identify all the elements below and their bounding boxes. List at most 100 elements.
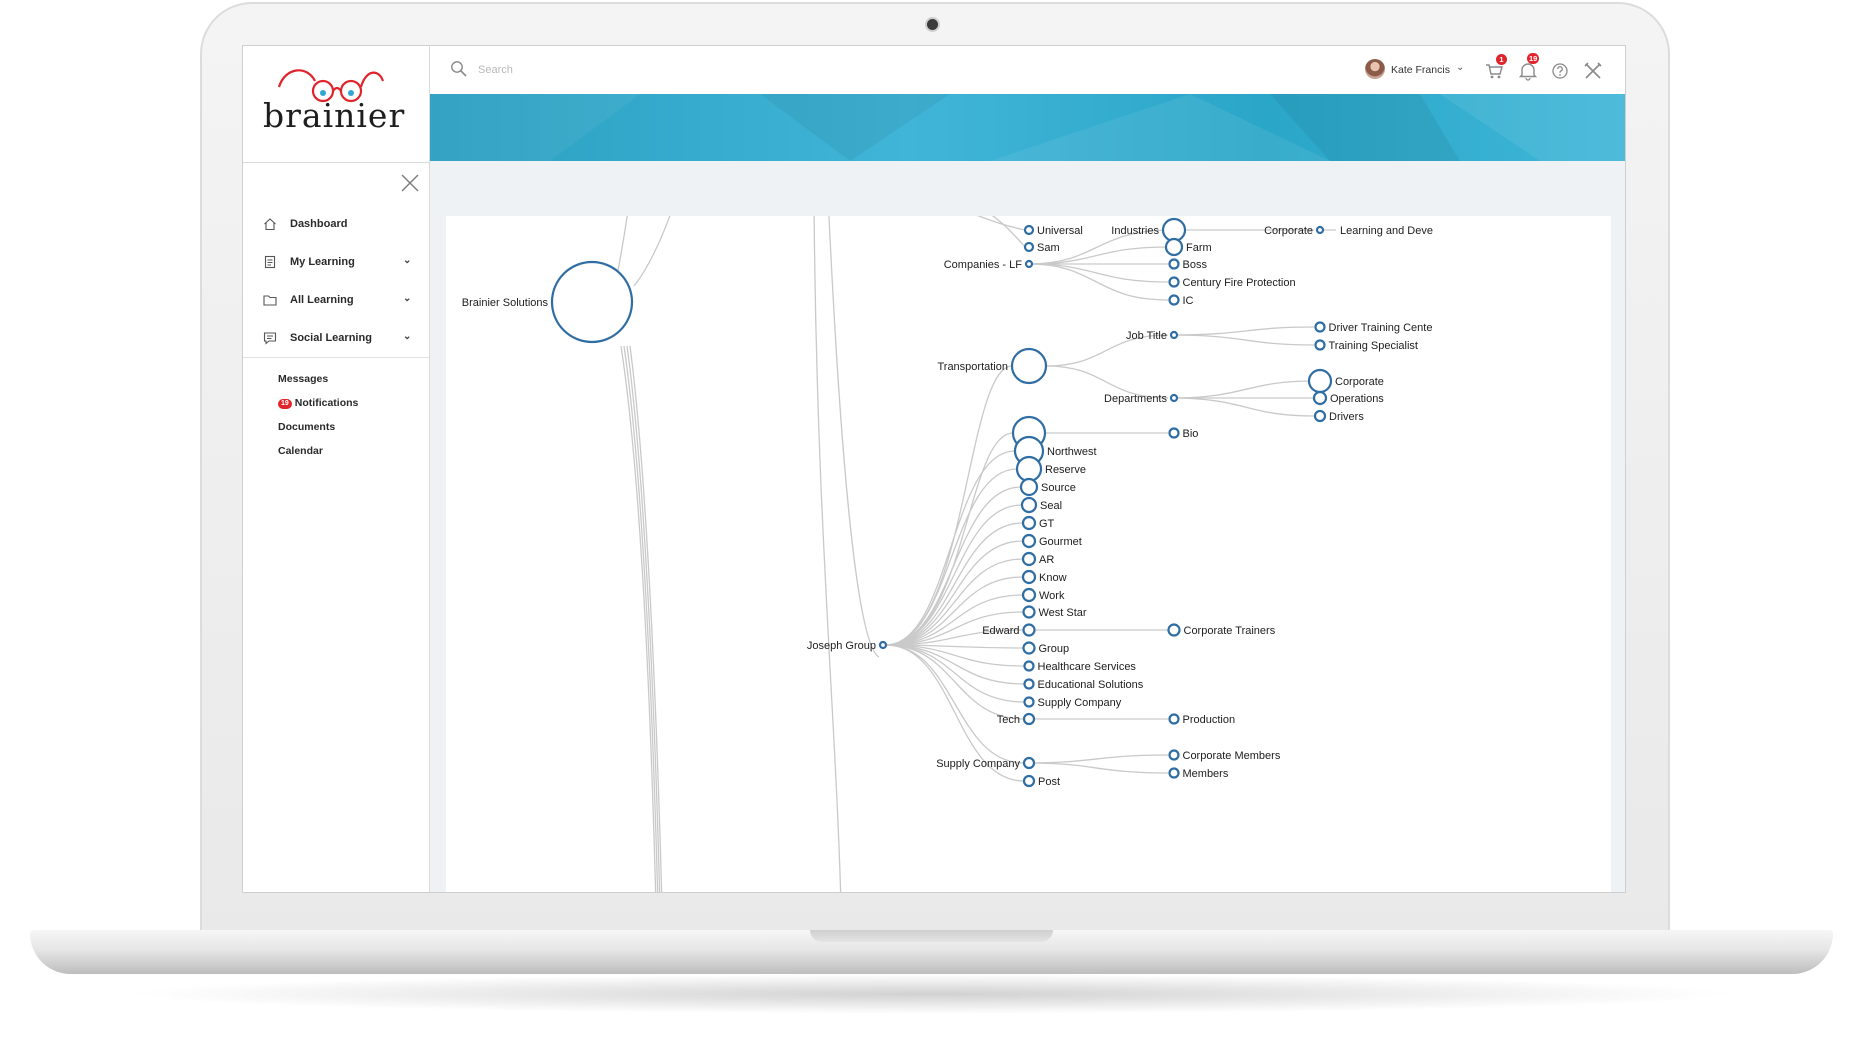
tree-node-circle[interactable] <box>1168 713 1180 725</box>
org-tree[interactable]: Brainier Solutions Universal Sam Companies … <box>446 216 1611 892</box>
tree-node-circle[interactable] <box>1312 390 1328 406</box>
logo[interactable]: brainier <box>243 46 429 163</box>
tree-node-circle[interactable] <box>1023 241 1035 253</box>
tree-node-circle[interactable] <box>1022 641 1036 655</box>
tree-node-circle[interactable] <box>1022 774 1036 788</box>
tree-node-circle[interactable] <box>1021 551 1037 567</box>
tree-node-operations[interactable]: Operations <box>1312 390 1384 406</box>
tree-node-century[interactable]: Century Fire Protection <box>1168 276 1296 289</box>
tree-node-gourmet[interactable]: Gourmet <box>1021 533 1082 549</box>
tree-node-west-star[interactable]: West Star <box>1022 605 1087 620</box>
tree-node-circle[interactable] <box>1023 696 1035 708</box>
tree-node-drivers[interactable]: Drivers <box>1313 409 1364 423</box>
tree-node-gt[interactable]: GT <box>1021 515 1055 531</box>
tree-node-circle[interactable] <box>1023 224 1035 236</box>
tree-node-circle[interactable] <box>1314 339 1326 351</box>
tree-node-farm[interactable]: Farm <box>1164 237 1212 257</box>
tree-node-know[interactable]: Know <box>1021 569 1067 585</box>
tree-node-sam[interactable]: Sam <box>1023 241 1060 254</box>
tree-node-circle[interactable] <box>1307 368 1333 394</box>
tree-node-edward[interactable]: Edward <box>982 623 1036 638</box>
tree-node-companies-lf[interactable]: Companies - LF <box>944 259 1034 271</box>
tree-node-circle[interactable] <box>1015 455 1043 483</box>
tree-node-circle[interactable] <box>1019 477 1039 497</box>
search-input[interactable] <box>476 59 740 81</box>
tree-node-driver-training[interactable]: Driver Training Cente <box>1314 321 1433 334</box>
tree-node-circle[interactable] <box>1010 347 1048 385</box>
tree-node-members[interactable]: Members <box>1168 767 1229 780</box>
tree-node-boss[interactable]: Boss <box>1168 258 1208 271</box>
tree-node-circle[interactable] <box>1315 225 1325 235</box>
tree-node-circle[interactable] <box>1314 321 1326 333</box>
tree-node-bio[interactable]: Bio <box>1168 427 1199 440</box>
tree-node-training-specialist[interactable]: Training Specialist <box>1314 339 1418 352</box>
close-icon[interactable] <box>399 172 421 194</box>
tree-node-industries[interactable]: Industries <box>1111 217 1187 243</box>
tree-node-circle[interactable] <box>1164 237 1184 257</box>
tree-node-supply-company-leaf[interactable]: Supply Company <box>1023 696 1122 709</box>
sidebar-item-my-learning[interactable]: My Learning ⌄ <box>243 244 429 282</box>
chevron-down-icon[interactable]: ⌄ <box>403 293 411 304</box>
chevron-down-icon[interactable]: ⌄ <box>403 331 411 342</box>
tree-node-circle[interactable] <box>1022 756 1036 770</box>
tree-node-corporate-members[interactable]: Corporate Members <box>1168 749 1281 762</box>
tools-icon[interactable] <box>1581 59 1605 83</box>
tree-node-reserve[interactable]: Reserve <box>1015 455 1086 483</box>
sidebar-item-social-learning[interactable]: Social Learning ⌄ <box>243 320 429 358</box>
tree-node-circle[interactable] <box>1161 217 1187 243</box>
tree-node-learning-dev[interactable]: Learning and Deve <box>1340 225 1433 237</box>
tree-node-ic[interactable]: IC <box>1168 294 1194 307</box>
tree-node-source[interactable]: Source <box>1019 477 1076 497</box>
org-tree-canvas[interactable]: Brainier Solutions Universal Sam Companies … <box>446 216 1611 892</box>
tree-node-seal[interactable]: Seal <box>1020 496 1062 514</box>
tree-node-circle[interactable] <box>878 640 888 650</box>
tree-nodes[interactable]: Brainier Solutions Universal Sam Companies … <box>462 217 1433 788</box>
tree-node-circle[interactable] <box>1313 409 1327 423</box>
tree-node-circle[interactable] <box>1022 605 1036 619</box>
tree-node-production[interactable]: Production <box>1168 713 1236 726</box>
tree-node-ar[interactable]: AR <box>1021 551 1054 567</box>
tree-node-circle[interactable] <box>1024 259 1034 269</box>
tree-node-supply-company[interactable]: Supply Company <box>936 756 1036 770</box>
tree-node-circle[interactable] <box>1169 393 1179 403</box>
tree-node-circle[interactable] <box>1168 258 1180 270</box>
sidebar-item-all-learning[interactable]: All Learning ⌄ <box>243 282 429 320</box>
sidebar-item-messages[interactable]: Messages <box>278 373 358 397</box>
tree-node-corporate-trainers[interactable]: Corporate Trainers <box>1167 623 1276 638</box>
tree-node-circle[interactable] <box>1022 712 1036 726</box>
tree-node-work[interactable]: Work <box>1021 587 1065 603</box>
sidebar-item-dashboard[interactable]: Dashboard <box>243 206 429 244</box>
sidebar-item-documents[interactable]: Documents <box>278 421 358 445</box>
search-icon[interactable] <box>450 60 468 78</box>
tree-node-circle[interactable] <box>550 260 634 344</box>
tree-node-corporate-dept[interactable]: Corporate <box>1307 368 1384 394</box>
tree-node-corporate-top[interactable]: Corporate <box>1264 225 1325 237</box>
tree-node-universal[interactable]: Universal <box>1023 224 1083 237</box>
tree-node-educational[interactable]: Educational Solutions <box>1023 678 1144 691</box>
tree-node-healthcare[interactable]: Healthcare Services <box>1023 660 1137 673</box>
tree-node-circle[interactable] <box>1167 623 1181 637</box>
tree-node-circle[interactable] <box>1168 749 1180 761</box>
tree-node-circle[interactable] <box>1023 660 1035 672</box>
tree-node-group[interactable]: Group <box>1022 641 1070 656</box>
tree-node-circle[interactable] <box>1021 515 1037 531</box>
tree-node-tech[interactable]: Tech <box>997 712 1036 726</box>
tree-node-circle[interactable] <box>1168 427 1180 439</box>
tree-node-circle[interactable] <box>1021 587 1037 603</box>
tree-node-circle[interactable] <box>1022 623 1036 637</box>
tree-node-job-title[interactable]: Job Title <box>1126 330 1179 342</box>
help-icon[interactable] <box>1548 59 1572 83</box>
sidebar-item-notifications[interactable]: 19 Notifications <box>278 397 358 421</box>
chevron-down-icon[interactable]: ⌄ <box>403 255 411 266</box>
tree-node-circle[interactable] <box>1168 767 1180 779</box>
tree-node-circle[interactable] <box>1168 276 1180 288</box>
tree-node-departments[interactable]: Departments <box>1104 393 1179 405</box>
tree-node-circle[interactable] <box>1023 678 1035 690</box>
tree-node-transportation[interactable]: Transportation <box>937 347 1048 385</box>
tree-node-circle[interactable] <box>1169 330 1179 340</box>
tree-node-joseph[interactable]: Joseph Group <box>807 640 888 652</box>
sidebar-item-calendar[interactable]: Calendar <box>278 445 358 469</box>
tree-node-post[interactable]: Post <box>1022 774 1060 788</box>
tree-node-circle[interactable] <box>1021 533 1037 549</box>
tree-node-brainier[interactable]: Brainier Solutions <box>462 260 634 344</box>
